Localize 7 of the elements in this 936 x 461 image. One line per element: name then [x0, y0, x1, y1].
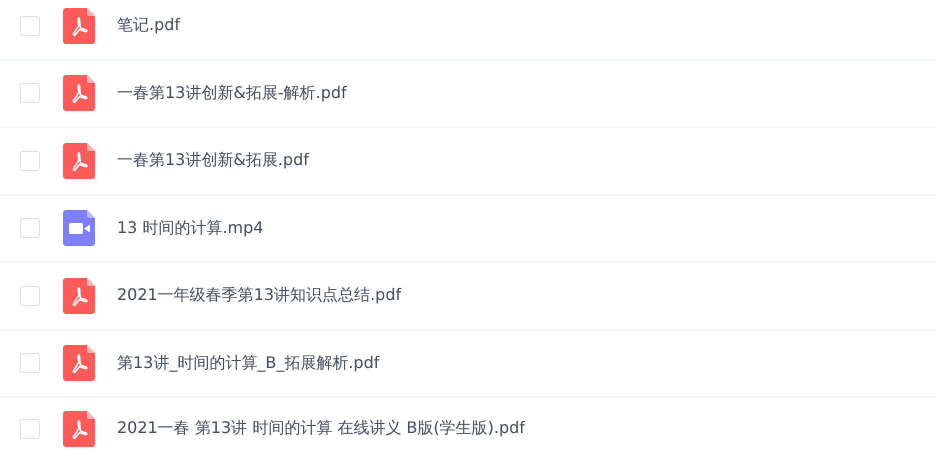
- file-name[interactable]: 笔记.pdf: [117, 15, 180, 36]
- file-name[interactable]: 2021一年级春季第13讲知识点总结.pdf: [117, 285, 402, 306]
- file-name[interactable]: 一春第13讲创新&拓展.pdf: [117, 150, 309, 172]
- file-name[interactable]: 13 时间的计算.mp4: [117, 218, 264, 239]
- file-name[interactable]: 2021一春 第13讲 时间的计算 在线讲义 B版(学生版).pdf: [117, 418, 525, 439]
- file-name[interactable]: 一春第13讲创新&拓展-解析.pdf: [117, 82, 347, 104]
- file-name[interactable]: 第13讲_时间的计算_B_拓展解析.pdf: [117, 352, 380, 374]
